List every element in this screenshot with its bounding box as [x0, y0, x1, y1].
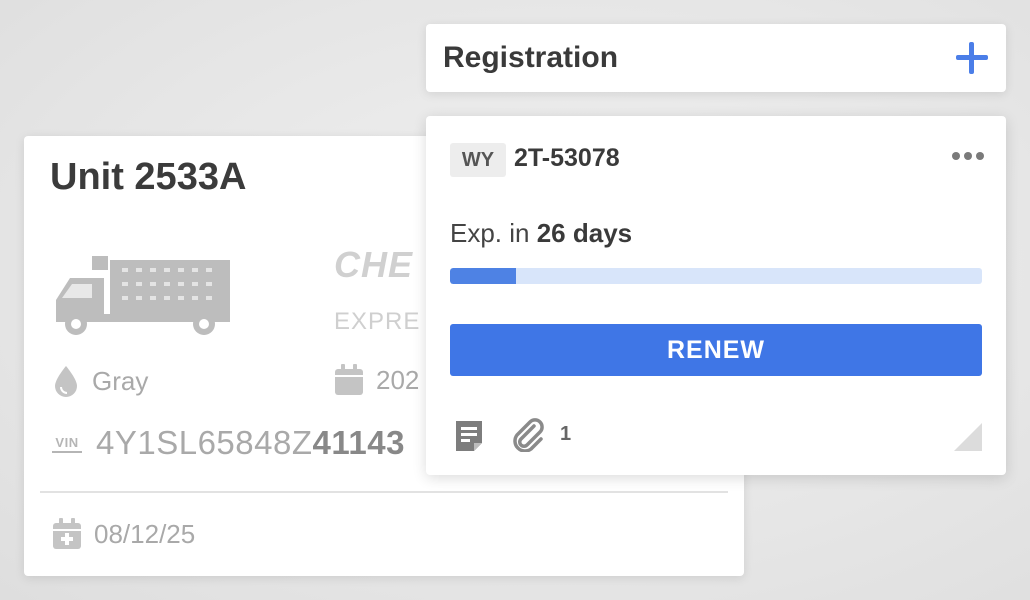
- color-row: Gray: [52, 364, 148, 398]
- registration-title: Registration: [443, 41, 619, 74]
- date-row: 08/12/25: [52, 518, 195, 550]
- expiry-prefix: Exp. in: [450, 218, 537, 248]
- vin-row: VIN 4Y1SL65848Z 41143: [50, 424, 405, 462]
- attachments-button[interactable]: 1: [510, 416, 571, 452]
- renew-button[interactable]: RENEW: [450, 324, 982, 376]
- vin-icon: VIN: [52, 435, 82, 453]
- calendar-icon: [335, 364, 363, 395]
- more-icon: [952, 152, 960, 160]
- vin-value-dark: 41143: [312, 424, 405, 461]
- divider: [40, 491, 728, 493]
- plate-number: 2T-53078: [514, 144, 620, 172]
- date-value: 08/12/25: [94, 518, 196, 549]
- expiry-text: Exp. in 26 days: [450, 218, 632, 249]
- more-options-button[interactable]: [952, 152, 984, 160]
- year-row: 202: [334, 364, 419, 396]
- registration-card: WY 2T-53078 Exp. in 26 days RENEW 1: [426, 116, 1006, 475]
- expiry-progress-fill: [450, 268, 516, 284]
- registration-header: Registration: [426, 24, 1006, 92]
- brand-logo: CHE: [334, 244, 414, 285]
- more-icon-dot: [976, 152, 984, 160]
- attachment-count: 1: [560, 422, 572, 445]
- truck-icon: [56, 256, 230, 335]
- vin-value-light: 4Y1SL65848Z: [96, 424, 313, 461]
- add-registration-button[interactable]: [954, 40, 990, 76]
- vin-icon-label: VIN: [55, 435, 78, 450]
- brand-subtitle: EXPRE: [334, 308, 421, 335]
- paperclip-icon: [513, 418, 544, 452]
- state-badge: WY: [450, 143, 506, 177]
- color-drop-icon: [55, 366, 77, 397]
- calendar-add-icon: [53, 518, 81, 549]
- unit-title: Unit 2533A: [50, 156, 247, 198]
- year-value: 202: [376, 364, 420, 395]
- more-icon-dot: [964, 152, 972, 160]
- expiry-progress-bar: [450, 268, 982, 284]
- notes-icon[interactable]: [454, 419, 484, 453]
- resize-handle-icon[interactable]: [954, 423, 982, 451]
- color-value: Gray: [92, 365, 149, 396]
- expiry-days: 26 days: [536, 218, 633, 248]
